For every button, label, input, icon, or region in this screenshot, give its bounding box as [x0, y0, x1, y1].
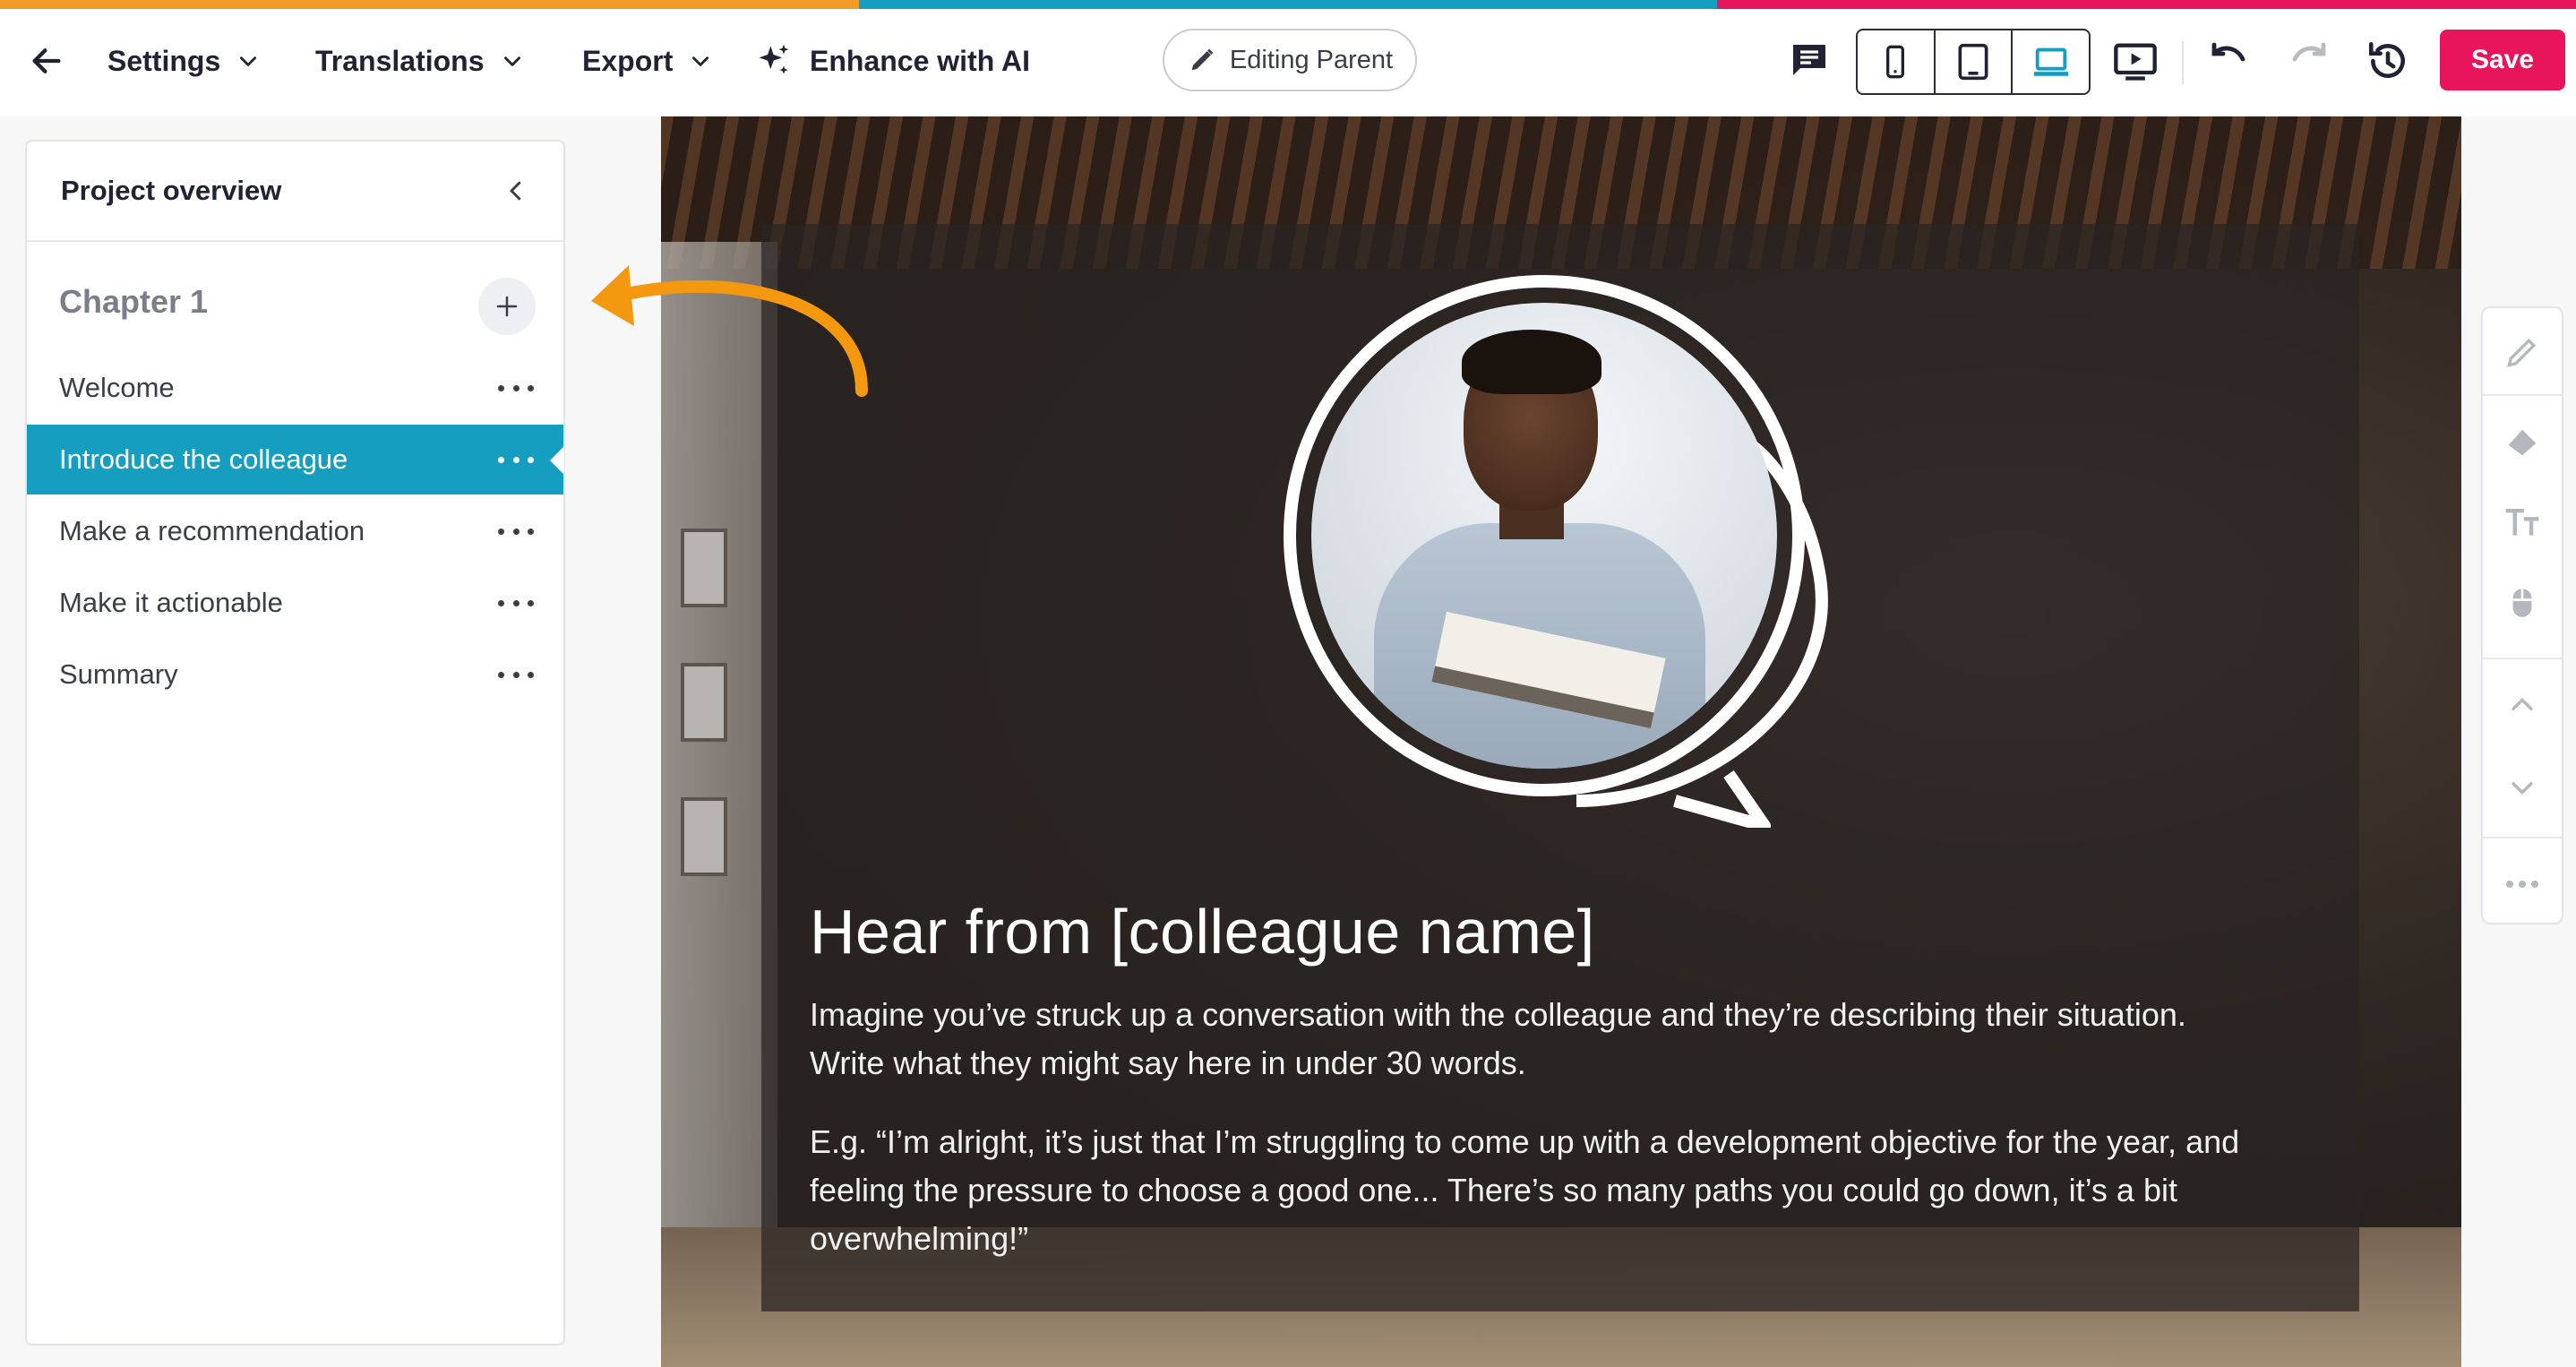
slide-paragraph-1[interactable]: Imagine you’ve struck up a conversation … — [810, 991, 2314, 1088]
tool-divider — [2483, 837, 2562, 838]
photo-hair — [1462, 330, 1601, 394]
lesson-label: Make it actionable — [59, 587, 283, 618]
interaction-button[interactable] — [2483, 563, 2562, 643]
window-pane — [681, 797, 727, 876]
preview-button[interactable] — [2108, 34, 2162, 88]
window-pane — [681, 529, 727, 607]
enhance-ai-label: Enhance with AI — [810, 44, 1030, 77]
device-switcher — [1856, 29, 2091, 95]
move-up-button[interactable] — [2483, 665, 2562, 745]
more-icon — [2506, 881, 2538, 888]
style-block-button[interactable] — [2483, 401, 2562, 482]
tablet-view-button[interactable] — [1936, 30, 2014, 93]
editing-parent-pill[interactable]: Editing Parent — [1163, 29, 1417, 91]
translations-menu-label: Translations — [315, 44, 485, 77]
history-icon — [2368, 41, 2405, 78]
save-button[interactable]: Save — [2440, 30, 2565, 90]
export-menu-label: Export — [582, 44, 674, 77]
chevron-down-icon — [503, 56, 520, 66]
panel-header: Project overview — [27, 142, 563, 242]
colleague-portrait[interactable] — [1281, 272, 1854, 828]
panel-title: Project overview — [61, 175, 282, 206]
undo-button[interactable] — [2203, 36, 2254, 86]
block-tools — [2481, 306, 2563, 924]
laptop-icon — [2033, 47, 2068, 76]
lesson-item[interactable]: Summary — [27, 640, 563, 709]
chapter-title[interactable]: Chapter 1 — [59, 283, 208, 321]
back-button[interactable] — [25, 39, 68, 82]
pencil-icon — [1191, 48, 1214, 71]
text-format-button[interactable] — [2483, 482, 2562, 563]
top-toolbar: Settings Translations Export Enhance wit… — [0, 9, 2576, 116]
history-button[interactable] — [2363, 36, 2413, 86]
paragraph-line: Imagine you’ve struck up a conversation … — [810, 996, 2186, 1033]
comment-icon — [1793, 45, 1825, 75]
accent-segment-pink — [1717, 0, 2576, 9]
window-pane — [681, 663, 727, 742]
pencil-icon — [2507, 338, 2537, 367]
tablet-icon — [1958, 43, 1988, 81]
mouse-icon — [2512, 589, 2532, 617]
accent-bar — [0, 0, 2576, 9]
paragraph-line: Write what they might say here in under … — [810, 1045, 1526, 1081]
colleague-photo — [1311, 303, 1777, 769]
mobile-view-button[interactable] — [1858, 30, 1936, 93]
edit-block-button[interactable] — [2483, 312, 2562, 392]
lesson-item[interactable]: Make it actionable — [27, 568, 563, 638]
lesson-label: Introduce the colleague — [59, 443, 348, 475]
sparkles-icon — [759, 44, 789, 74]
tool-divider — [2483, 394, 2562, 396]
lesson-item[interactable]: Welcome — [27, 353, 563, 423]
export-menu[interactable]: Export — [582, 36, 712, 86]
mobile-icon — [1886, 45, 1905, 79]
undo-icon — [2211, 42, 2245, 62]
more-options-icon[interactable] — [498, 663, 534, 686]
chevron-down-icon — [240, 56, 257, 66]
more-tools-button[interactable] — [2483, 844, 2562, 924]
accent-segment-orange — [0, 0, 859, 9]
laptop-view-button[interactable] — [2013, 30, 2089, 93]
redo-icon — [2292, 42, 2326, 62]
arrow-left-icon — [32, 48, 61, 73]
more-options-icon[interactable] — [498, 376, 534, 400]
tool-divider — [2483, 658, 2562, 659]
background-window — [661, 242, 777, 1227]
editing-parent-label: Editing Parent — [1229, 45, 1394, 74]
redo-button[interactable] — [2284, 36, 2334, 86]
lesson-label: Summary — [59, 658, 178, 690]
more-options-icon[interactable] — [498, 591, 534, 615]
chevron-up-icon — [2512, 697, 2533, 710]
chevron-down-icon — [692, 56, 709, 66]
plus-icon — [496, 296, 518, 317]
preview-icon — [2114, 43, 2157, 81]
translations-menu[interactable]: Translations — [315, 36, 524, 86]
settings-menu-label: Settings — [107, 44, 221, 77]
comments-button[interactable] — [1784, 34, 1834, 84]
more-options-icon[interactable] — [498, 448, 534, 471]
paragraph-line: feeling the pressure to choose a good on… — [810, 1172, 2177, 1208]
toolbar-divider — [2182, 41, 2184, 84]
move-down-button[interactable] — [2483, 747, 2562, 828]
settings-menu[interactable]: Settings — [107, 36, 260, 86]
paragraph-line: overwhelming!” — [810, 1220, 1029, 1257]
slide-paragraph-2[interactable]: E.g. “I’m alright, it’s just that I’m st… — [810, 1118, 2314, 1263]
paragraph-line: E.g. “I’m alright, it’s just that I’m st… — [810, 1123, 2240, 1160]
collapse-panel-icon[interactable] — [502, 177, 529, 204]
add-lesson-button[interactable] — [478, 278, 536, 335]
lesson-label: Make a recommendation — [59, 515, 365, 546]
lesson-item[interactable]: Make a recommendation — [27, 496, 563, 566]
enhance-ai-button[interactable]: Enhance with AI — [754, 36, 1030, 86]
lesson-item-active[interactable]: Introduce the colleague — [27, 425, 564, 494]
project-overview-panel: Project overview Chapter 1 Welcome Intro… — [25, 140, 565, 1346]
accent-segment-blue — [858, 0, 1718, 9]
text-size-icon — [2505, 508, 2539, 536]
lesson-label: Welcome — [59, 372, 175, 403]
more-options-icon[interactable] — [498, 520, 534, 543]
slide-heading[interactable]: Hear from [colleague name] — [810, 896, 1595, 967]
chevron-down-icon — [2512, 782, 2533, 795]
paint-bucket-icon — [2508, 429, 2537, 456]
